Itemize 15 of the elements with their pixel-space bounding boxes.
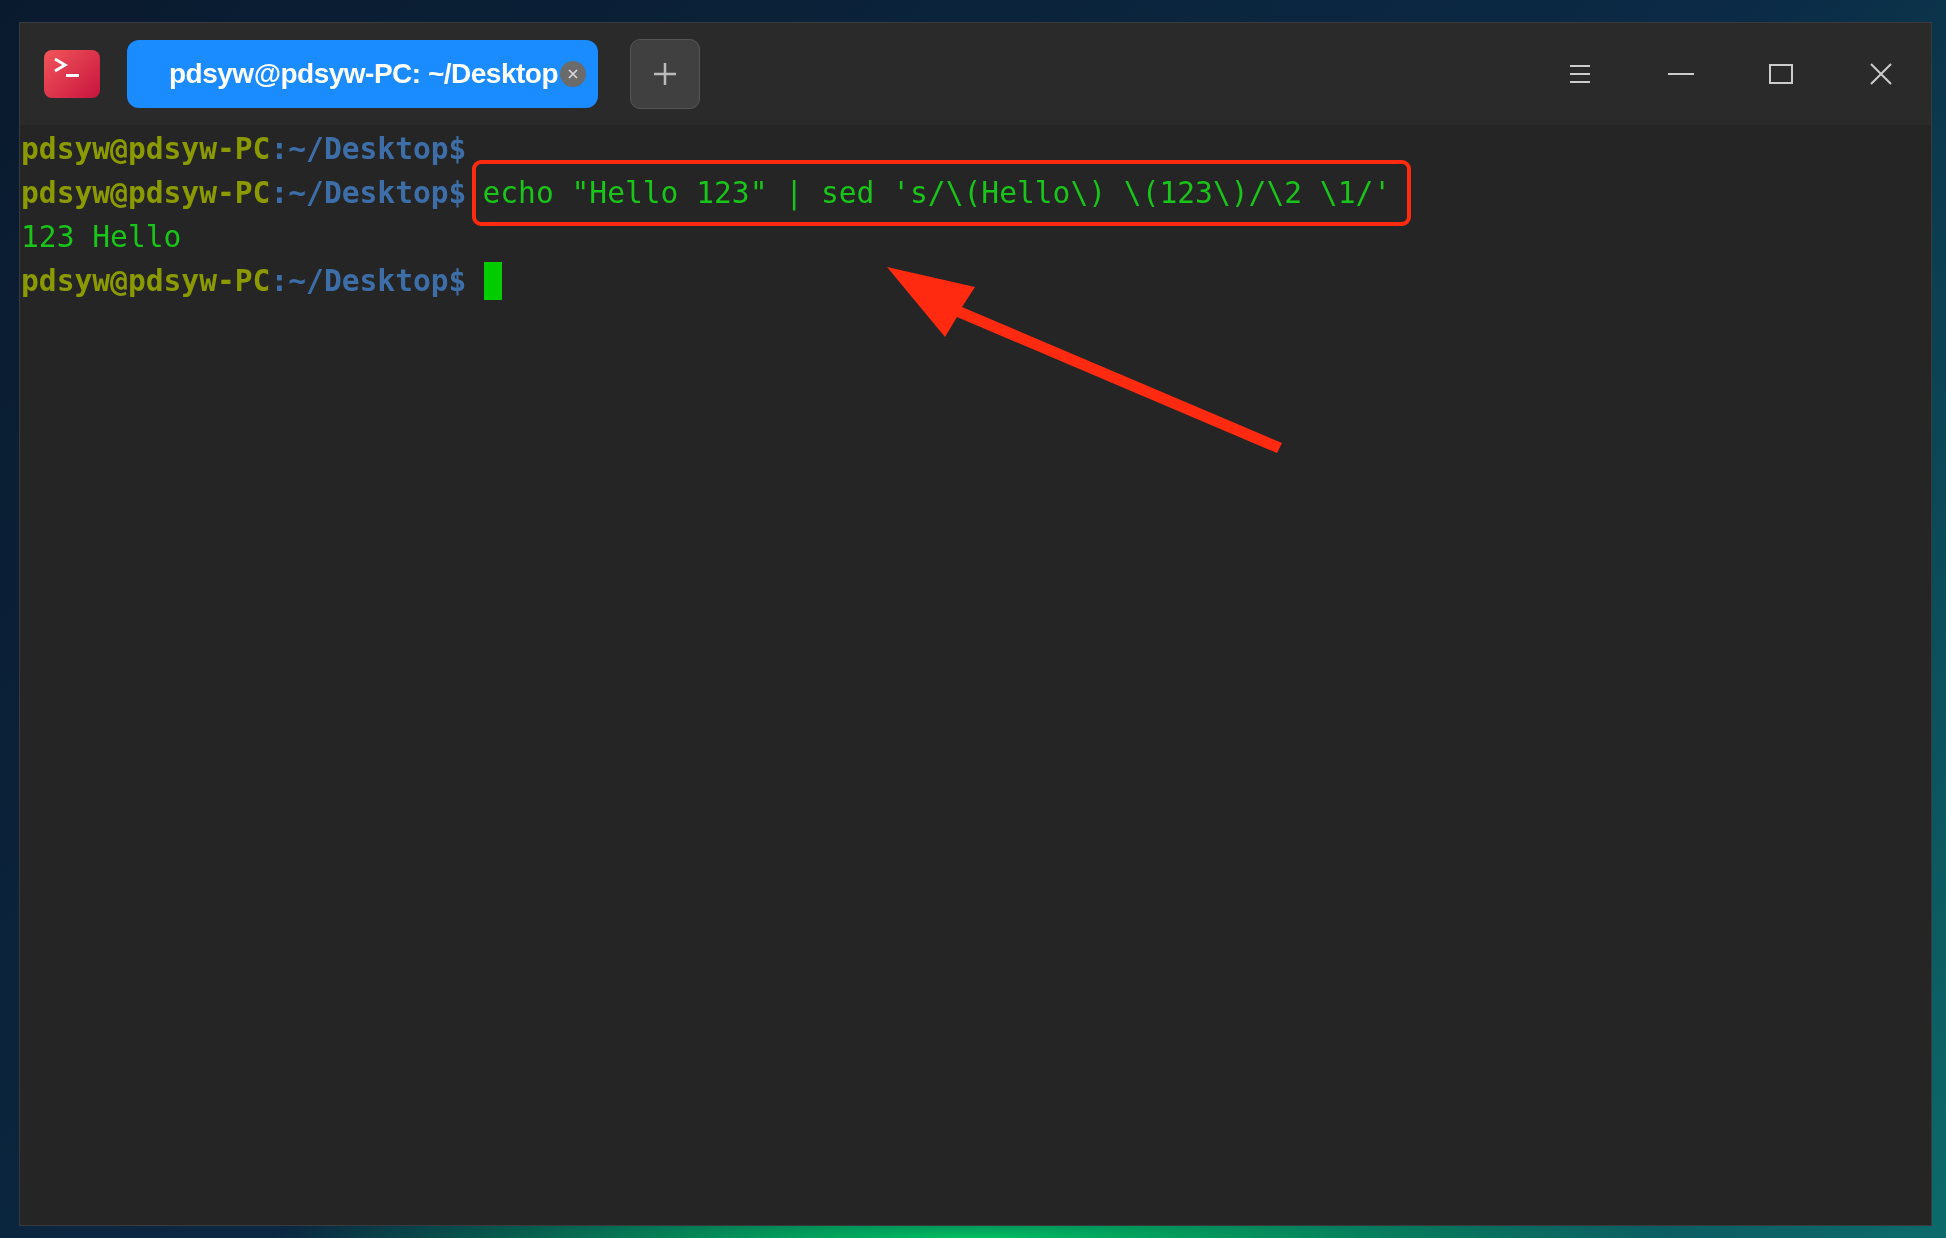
plus-icon [652,61,678,87]
prompt-user-host: pdsyw@pdsyw-PC [21,176,271,210]
prompt-user-host: pdsyw@pdsyw-PC [21,132,271,166]
prompt-path: :~/Desktop$ [270,176,467,210]
output-text: 123 Hello [21,220,182,254]
prompt-path: :~/Desktop$ [270,132,467,166]
command-text: echo "Hello 123" | sed 's/\(Hello\) \(123\)/\2 \1/' [472,160,1412,226]
close-icon[interactable] [560,61,586,87]
terminal-app-icon[interactable] [44,50,100,98]
tab[interactable]: pdsyw@pdsyw-PC: ~/Desktop [127,40,598,108]
prompt-user-host: pdsyw@pdsyw-PC [21,264,271,298]
prompt-icon [52,56,82,80]
close-icon[interactable] [1867,61,1895,87]
maximize-icon[interactable] [1767,61,1795,87]
prompt-path: :~/Desktop$ [270,264,467,298]
